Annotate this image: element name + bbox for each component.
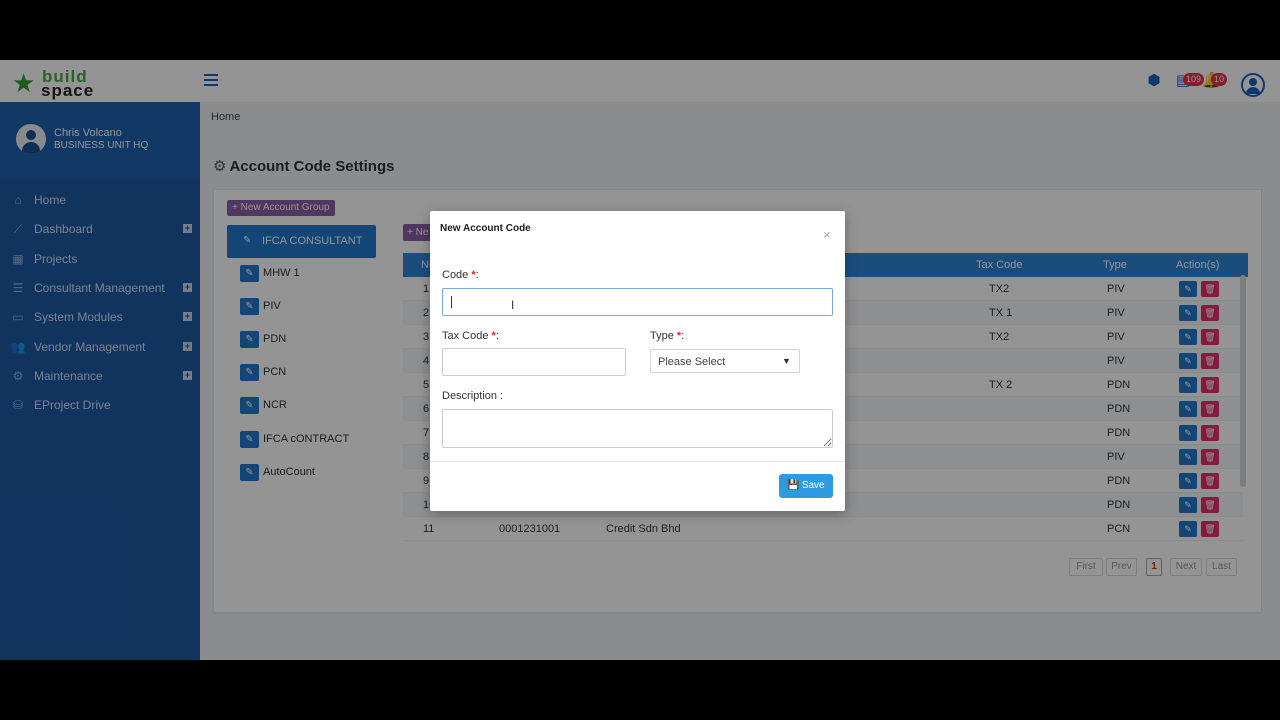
tax-code-label: Tax Code *: <box>442 330 499 342</box>
modal-divider <box>430 461 845 462</box>
app-frame: ★ build space ⬢ ▤ 109 🔔 10 Chris Volcano… <box>0 60 1280 660</box>
mouse-ibeam-cursor: I <box>511 298 515 312</box>
required-mark: * <box>676 330 682 342</box>
type-select[interactable]: Please Select ▼ <box>650 349 800 373</box>
required-mark: * <box>471 269 476 281</box>
description-textarea[interactable] <box>442 409 833 448</box>
caret <box>451 296 452 308</box>
close-icon[interactable]: × <box>823 227 831 242</box>
save-floppy-icon: 💾 <box>787 480 800 491</box>
description-label: Description : <box>442 390 504 402</box>
code-input[interactable] <box>442 288 833 316</box>
chevron-down-icon: ▼ <box>782 356 791 366</box>
new-account-code-modal: New Account Code × Code *: I Tax Code *:… <box>430 211 845 511</box>
type-select-value: Please Select <box>658 356 726 368</box>
save-button[interactable]: 💾 Save <box>779 474 833 498</box>
save-label: Save <box>801 480 825 491</box>
type-label: Type *: <box>650 330 685 342</box>
required-mark: * <box>491 330 496 342</box>
modal-title: New Account Code <box>440 223 531 234</box>
code-label: Code *: <box>442 269 479 281</box>
tax-code-input[interactable] <box>442 348 626 376</box>
